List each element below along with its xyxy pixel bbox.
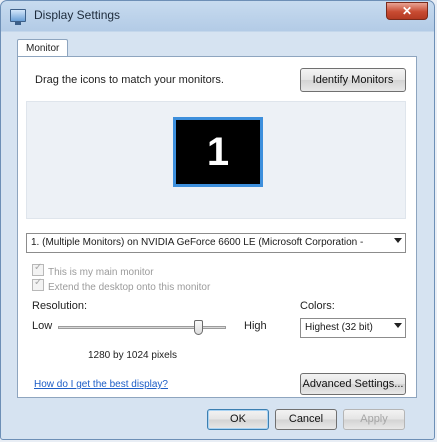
checkmark-icon [32, 262, 44, 276]
colors-select[interactable]: Highest (32 bit) [300, 318, 406, 338]
extend-desktop-label: Extend the desktop onto this monitor [48, 282, 211, 293]
advanced-settings-button[interactable]: Advanced Settings... [300, 373, 406, 395]
cancel-button[interactable]: Cancel [275, 409, 337, 430]
display-device-select[interactable]: 1. (Multiple Monitors) on NVIDIA GeForce… [26, 233, 406, 253]
monitor-1-tile[interactable]: 1 [173, 117, 263, 187]
tab-bar: Monitor [17, 38, 69, 58]
chevron-down-icon [394, 323, 402, 328]
display-settings-icon [10, 9, 26, 25]
display-settings-window: Display Settings ✕ Monitor Drag the icon… [0, 0, 435, 440]
extend-desktop-checkbox[interactable]: Extend the desktop onto this monitor [32, 277, 211, 293]
apply-button[interactable]: Apply [343, 409, 405, 430]
monitor-panel: Drag the icons to match your monitors. I… [17, 56, 417, 398]
resolution-low-label: Low [32, 320, 53, 332]
close-button[interactable]: ✕ [386, 2, 428, 20]
resolution-label: Resolution: [32, 300, 88, 312]
main-monitor-checkbox[interactable]: This is my main monitor [32, 262, 154, 278]
title-bar[interactable]: Display Settings ✕ [1, 1, 434, 31]
close-icon: ✕ [401, 4, 413, 18]
checkmark-icon [32, 277, 44, 291]
instruction-text: Drag the icons to match your monitors. [35, 74, 224, 86]
colors-value: Highest (32 bit) [305, 322, 373, 333]
colors-label: Colors: [300, 300, 335, 312]
resolution-slider[interactable] [58, 320, 226, 335]
chevron-down-icon [394, 238, 402, 243]
main-monitor-label: This is my main monitor [48, 267, 154, 278]
ok-button[interactable]: OK [207, 409, 269, 430]
resolution-value: 1280 by 1024 pixels [88, 350, 177, 361]
resolution-slider-thumb[interactable] [194, 320, 204, 335]
display-device-value: 1. (Multiple Monitors) on NVIDIA GeForce… [31, 237, 364, 248]
resolution-high-label: High [244, 320, 267, 332]
help-link[interactable]: How do I get the best display? [34, 379, 168, 390]
monitor-arrangement-area: 1 [26, 101, 406, 219]
identify-monitors-button[interactable]: Identify Monitors [300, 68, 406, 92]
window-title: Display Settings [34, 8, 121, 22]
